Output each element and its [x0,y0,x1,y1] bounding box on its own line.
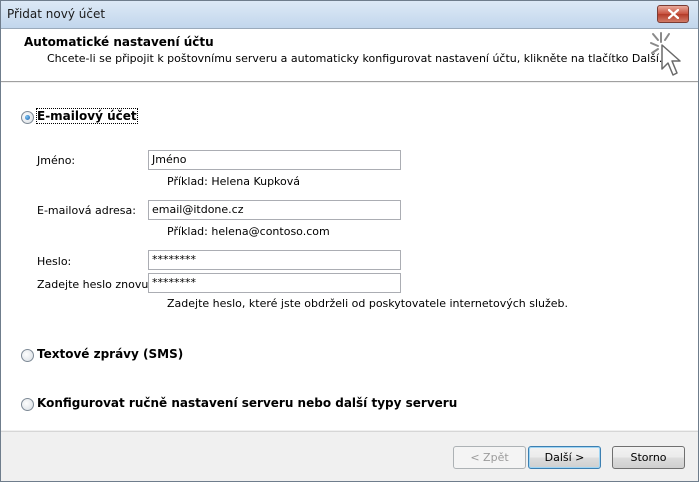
sms-radio[interactable] [21,349,34,362]
back-button[interactable]: < Zpět [453,446,526,469]
sms-label[interactable]: Textové zprávy (SMS) [37,347,183,361]
cancel-button[interactable]: Storno [612,446,685,469]
manual-config-label[interactable]: Konfigurovat ručně nastavení serveru neb… [37,396,457,410]
email-account-label[interactable]: E-mailový účet [36,108,138,124]
wizard-body: E-mailový účet Jméno: Jméno Příklad: Hel… [1,83,698,430]
email-hint: Příklad: helena@contoso.com [167,225,330,238]
next-button[interactable]: Další > [528,446,601,469]
title-bar: Přidat nový účet [1,1,698,29]
cursor-click-icon [650,32,681,76]
password-label: Heslo: [37,255,72,268]
manual-config-radio[interactable] [21,398,34,411]
window-title: Přidat nový účet [7,7,106,21]
name-label: Jméno: [37,154,76,167]
email-address-label: E-mailová adresa: [37,204,136,217]
password-confirm-label: Zadejte heslo znovu: [37,278,153,291]
password-field[interactable]: ******** [148,250,401,270]
name-hint: Příklad: Helena Kupková [167,175,301,188]
close-button[interactable] [657,5,689,23]
page-subtitle: Chcete-li se připojit k poštovnímu serve… [47,52,663,65]
name-field[interactable]: Jméno [148,150,401,170]
button-bar: < Zpět Další > Storno [1,431,698,481]
email-address-field[interactable]: email@itdone.cz [148,200,401,220]
add-account-dialog: Přidat nový účet Automatické nastavení ú… [0,0,699,482]
email-account-radio[interactable] [21,111,34,124]
page-title: Automatické nastavení účtu [24,35,214,49]
close-icon [668,9,679,19]
wizard-header: Automatické nastavení účtu Chcete-li se … [1,29,698,82]
password-hint: Zadejte heslo, které jste obdrželi od po… [167,297,569,310]
password-confirm-field[interactable]: ******** [148,273,401,293]
